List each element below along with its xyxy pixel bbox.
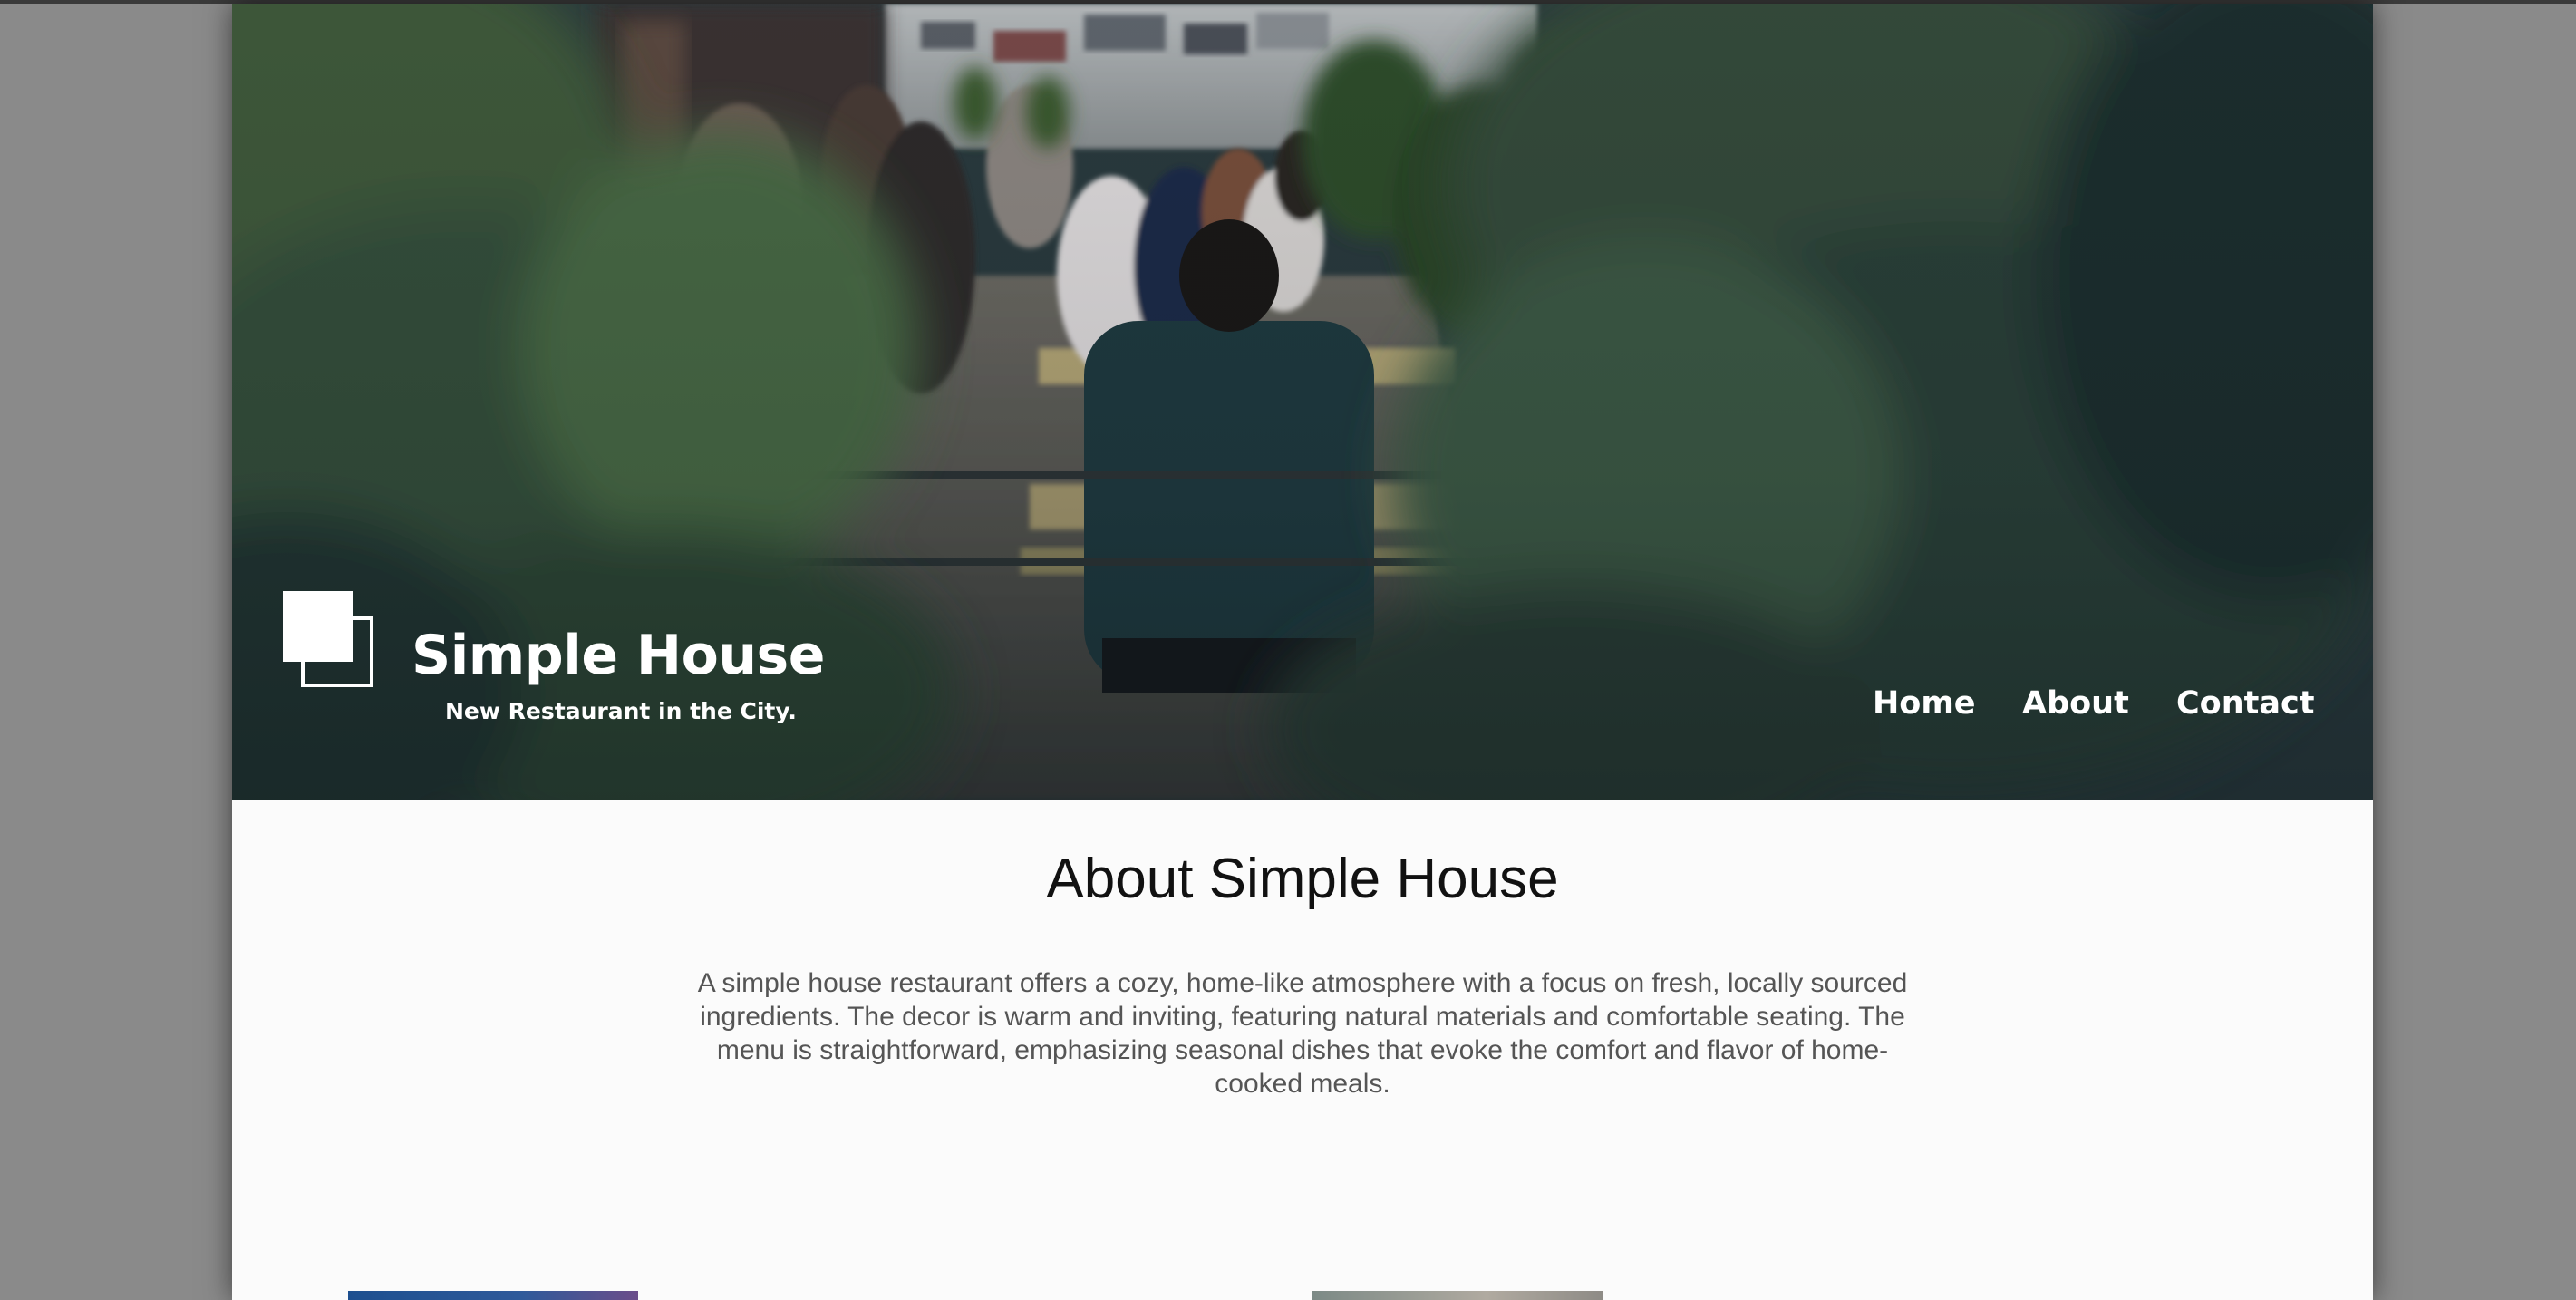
site-title[interactable]: Simple House	[412, 624, 825, 687]
logo-icon[interactable]	[283, 591, 383, 698]
nav-link-about[interactable]: About	[2022, 685, 2129, 722]
main-nav: Home About Contact	[232, 685, 2373, 731]
gallery-image-2[interactable]	[1312, 1291, 1603, 1300]
nav-link-contact[interactable]: Contact	[2176, 685, 2314, 722]
page-container: Simple House New Restaurant in the City.…	[232, 4, 2373, 1300]
hero-header: Simple House New Restaurant in the City.…	[232, 4, 2373, 800]
about-heading: About Simple House	[1046, 848, 1559, 910]
nav-link-home[interactable]: Home	[1873, 685, 1976, 722]
gallery-image-1[interactable]	[348, 1291, 638, 1300]
about-description: A simple house restaurant offers a cozy,…	[697, 968, 1908, 1099]
